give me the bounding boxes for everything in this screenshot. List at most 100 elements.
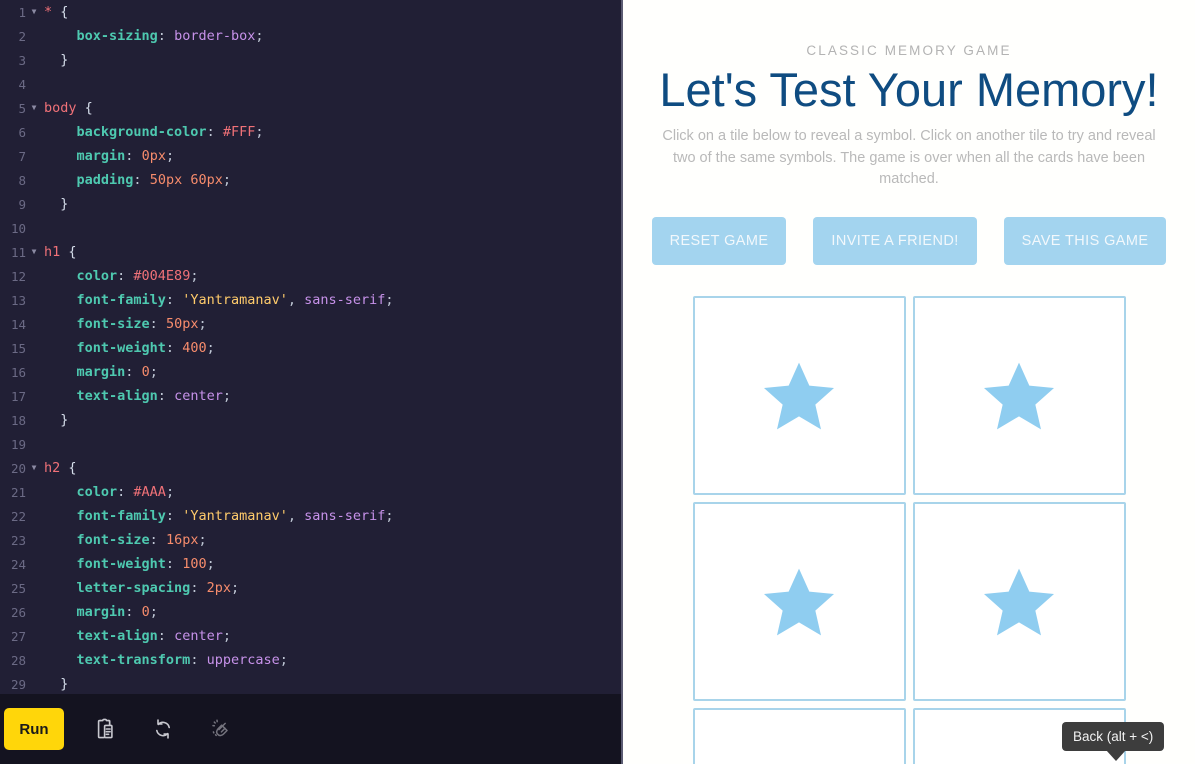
code-line[interactable]: 27 text-align: center; <box>0 624 621 648</box>
code-line[interactable]: 19 <box>0 432 621 456</box>
line-number: 9 <box>18 196 26 212</box>
code-fold-arrow-icon[interactable]: ▼ <box>26 456 42 480</box>
code-line-text: * { <box>44 4 69 20</box>
code-fold-spacer <box>26 192 42 216</box>
page-title: Let's Test Your Memory! <box>659 63 1159 116</box>
code-line[interactable]: 29 } <box>0 672 621 694</box>
line-number: 1 <box>18 4 26 20</box>
code-fold-spacer <box>26 312 42 336</box>
code-line[interactable]: 8 padding: 50px 60px; <box>0 168 621 192</box>
line-number: 24 <box>10 556 26 572</box>
code-line[interactable]: 4 <box>0 72 621 96</box>
game-button-1[interactable]: INVITE A FRIEND! <box>813 217 977 266</box>
code-line[interactable]: 17 text-align: center; <box>0 384 621 408</box>
code-line-text: letter-spacing: 2px; <box>76 580 240 596</box>
run-button[interactable]: Run <box>4 708 64 750</box>
code-line[interactable]: 25 letter-spacing: 2px; <box>0 576 621 600</box>
line-number: 21 <box>10 484 26 500</box>
code-fold-spacer <box>26 168 42 192</box>
star-icon <box>984 568 1054 635</box>
code-line[interactable]: 14 font-size: 50px; <box>0 312 621 336</box>
code-line-text: margin: 0px; <box>76 148 175 164</box>
broom-clean-icon[interactable] <box>204 712 238 746</box>
code-fold-spacer <box>26 24 42 48</box>
code-playground-window: 1 ▼ * {2 box-sizing: border-box; 3 } 4 5 ▼ bod… <box>0 0 1195 764</box>
code-fold-spacer <box>26 336 42 360</box>
code-fold-arrow-icon[interactable]: ▼ <box>26 96 42 120</box>
game-button-2[interactable]: SAVE THIS GAME <box>1003 217 1167 266</box>
memory-card[interactable] <box>692 708 906 764</box>
code-line-text: color: #004E89; <box>76 268 199 284</box>
line-number: 8 <box>18 172 26 188</box>
memory-card-grid <box>692 296 1126 764</box>
code-line[interactable]: 26 margin: 0; <box>0 600 621 624</box>
code-line-text: font-family: 'Yantramanav', sans-serif; <box>76 292 394 308</box>
code-line[interactable]: 18 } <box>0 408 621 432</box>
clipboard-copy-icon[interactable] <box>88 712 122 746</box>
memory-card[interactable] <box>692 502 906 702</box>
line-number: 16 <box>10 364 26 380</box>
code-line[interactable]: 16 margin: 0; <box>0 360 621 384</box>
code-fold-arrow-icon[interactable]: ▼ <box>26 240 42 264</box>
code-line[interactable]: 5 ▼ body { <box>0 96 621 120</box>
code-line-text: } <box>60 196 69 212</box>
code-fold-spacer <box>26 216 42 240</box>
code-line[interactable]: 2 box-sizing: border-box; <box>0 24 621 48</box>
code-line[interactable]: 9 } <box>0 192 621 216</box>
code-fold-spacer <box>26 648 42 672</box>
memory-card[interactable] <box>912 296 1126 496</box>
star-icon <box>764 568 834 635</box>
code-fold-arrow-icon[interactable]: ▼ <box>26 0 42 24</box>
code-line[interactable]: 13 font-family: 'Yantramanav', sans-seri… <box>0 288 621 312</box>
line-number: 23 <box>10 532 26 548</box>
memory-card[interactable] <box>692 296 906 496</box>
code-line[interactable]: 28 text-transform: uppercase; <box>0 648 621 672</box>
code-line-text: margin: 0; <box>76 604 158 620</box>
page-description: Click on a tile below to reveal a symbol… <box>662 127 1156 188</box>
code-line[interactable]: 24 font-weight: 100; <box>0 552 621 576</box>
editor-bottom-toolbar: Run <box>0 694 621 764</box>
code-line-text: box-sizing: border-box; <box>76 28 264 44</box>
code-fold-spacer <box>26 408 42 432</box>
back-tooltip-arrow <box>1106 750 1126 761</box>
line-number: 3 <box>18 52 26 68</box>
code-line-text: color: #AAA; <box>76 484 175 500</box>
code-line-text: font-size: 16px; <box>76 532 207 548</box>
code-line[interactable]: 20 ▼ h2 { <box>0 456 621 480</box>
line-number: 6 <box>18 124 26 140</box>
code-line[interactable]: 22 font-family: 'Yantramanav', sans-seri… <box>0 504 621 528</box>
code-line[interactable]: 3 } <box>0 48 621 72</box>
code-line-text: padding: 50px 60px; <box>76 172 231 188</box>
code-fold-spacer <box>26 360 42 384</box>
line-number: 7 <box>18 148 26 164</box>
code-line-text: text-align: center; <box>76 388 231 404</box>
game-button-0[interactable]: RESET GAME <box>651 217 787 266</box>
line-number: 20 <box>10 460 26 476</box>
code-line-text: margin: 0; <box>76 364 158 380</box>
code-line[interactable]: 6 background-color: #FFF; <box>0 120 621 144</box>
css-editor-pane: 1 ▼ * {2 box-sizing: border-box; 3 } 4 5 ▼ bod… <box>0 0 623 764</box>
game-preview-pane: CLASSIC MEMORY GAME Let's Test Your Memo… <box>623 0 1195 764</box>
code-fold-spacer <box>26 504 42 528</box>
page-eyebrow: CLASSIC MEMORY GAME <box>806 43 1012 58</box>
code-line[interactable]: 15 font-weight: 400; <box>0 336 621 360</box>
code-line-text: h2 { <box>44 460 77 476</box>
code-fold-spacer <box>26 144 42 168</box>
line-number: 12 <box>10 268 26 284</box>
code-editor-text-area[interactable]: 1 ▼ * {2 box-sizing: border-box; 3 } 4 5 ▼ bod… <box>0 0 621 694</box>
code-line-text: } <box>60 676 69 692</box>
line-number: 10 <box>10 220 26 236</box>
back-tooltip: Back (alt + <) <box>1062 722 1165 751</box>
line-number: 25 <box>10 580 26 596</box>
code-line[interactable]: 21 color: #AAA; <box>0 480 621 504</box>
code-line[interactable]: 12 color: #004E89; <box>0 264 621 288</box>
code-line[interactable]: 7 margin: 0px; <box>0 144 621 168</box>
refresh-reset-icon[interactable] <box>146 712 180 746</box>
code-line[interactable]: 10 <box>0 216 621 240</box>
code-fold-spacer <box>26 72 42 96</box>
code-line[interactable]: 11 ▼ h1 { <box>0 240 621 264</box>
code-line-text: font-family: 'Yantramanav', sans-serif; <box>76 508 394 524</box>
code-line[interactable]: 23 font-size: 16px; <box>0 528 621 552</box>
memory-card[interactable] <box>912 502 1126 702</box>
code-line[interactable]: 1 ▼ * { <box>0 0 621 24</box>
